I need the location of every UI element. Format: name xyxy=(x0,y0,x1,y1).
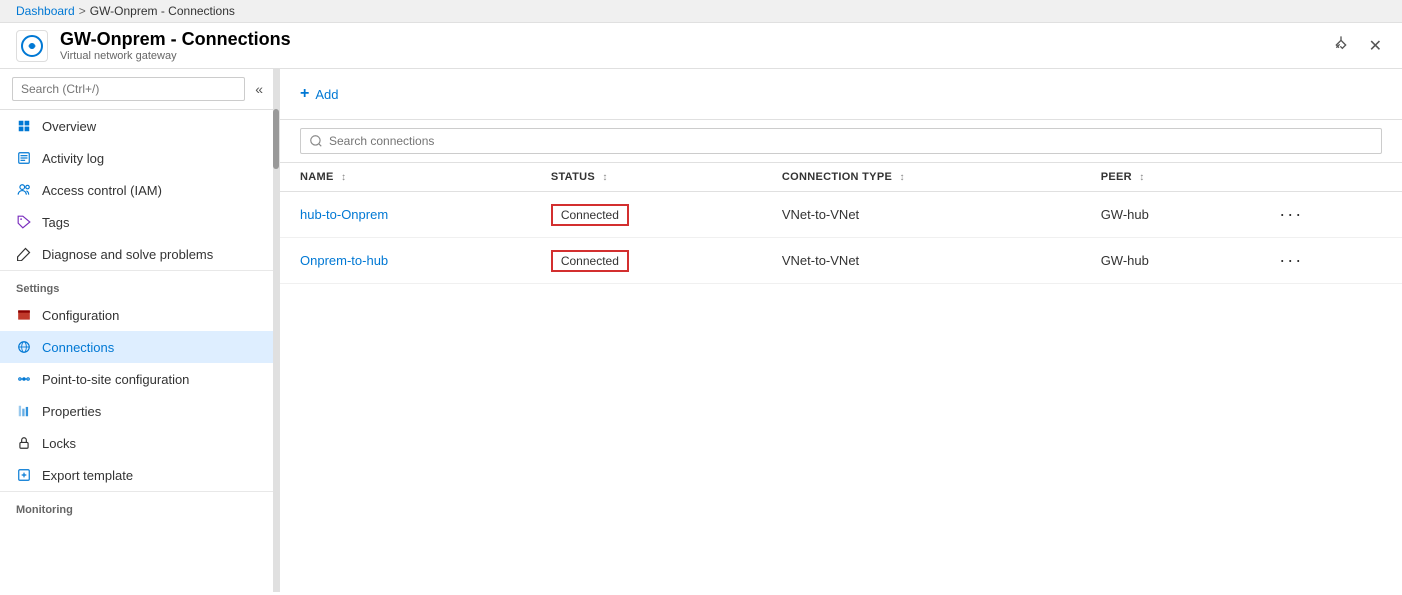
access-control-icon xyxy=(16,182,32,198)
cell-status-0: Connected xyxy=(531,192,762,238)
tags-icon xyxy=(16,214,32,230)
main-content: + Add NAME ↕ STATUS ↕ xyxy=(280,69,1402,592)
monitoring-section-header: Monitoring xyxy=(0,491,279,520)
diagnose-icon xyxy=(16,246,32,262)
cell-connection-type-0: VNet-to-VNet xyxy=(762,192,1081,238)
sidebar-item-locks[interactable]: Locks xyxy=(0,427,279,459)
connections-icon xyxy=(16,339,32,355)
main-toolbar: + Add xyxy=(280,69,1402,120)
sidebar-scrollbar[interactable] xyxy=(273,69,279,592)
page-title: GW-Onprem - Connections xyxy=(60,29,291,51)
page-subtitle: Virtual network gateway xyxy=(60,50,291,62)
cell-peer-0: GW-hub xyxy=(1081,192,1254,238)
sidebar-item-point-to-site[interactable]: Point-to-site configuration xyxy=(0,363,279,395)
sidebar-search-input[interactable] xyxy=(12,77,245,101)
table-row: hub-to-Onprem Connected VNet-to-VNet GW-… xyxy=(280,192,1402,238)
add-icon: + xyxy=(300,85,309,103)
sidebar-item-diagnose[interactable]: Diagnose and solve problems xyxy=(0,238,279,270)
sidebar-item-connections[interactable]: Connections xyxy=(0,331,279,363)
sidebar: « Overview Activity log Access control xyxy=(0,69,280,592)
locks-icon xyxy=(16,435,32,451)
cell-more-1: ··· xyxy=(1253,238,1402,284)
cell-status-1: Connected xyxy=(531,238,762,284)
cell-peer-1: GW-hub xyxy=(1081,238,1254,284)
col-peer[interactable]: PEER ↕ xyxy=(1081,163,1254,192)
connection-name-link-0[interactable]: hub-to-Onprem xyxy=(300,207,388,222)
breadcrumb-separator: > xyxy=(79,4,86,18)
pin-button[interactable] xyxy=(1329,31,1353,60)
col-status-label: STATUS xyxy=(551,171,595,183)
sidebar-item-connections-label: Connections xyxy=(42,340,114,355)
sidebar-item-configuration[interactable]: Configuration xyxy=(0,299,279,331)
connections-table: NAME ↕ STATUS ↕ CONNECTION TYPE ↕ PEER ↕ xyxy=(280,163,1402,284)
cell-more-0: ··· xyxy=(1253,192,1402,238)
activity-log-icon xyxy=(16,150,32,166)
top-bar: GW-Onprem - Connections Virtual network … xyxy=(0,23,1402,69)
cell-connection-type-1: VNet-to-VNet xyxy=(762,238,1081,284)
col-name-label: NAME xyxy=(300,171,334,183)
connections-search-bar xyxy=(280,120,1402,163)
sidebar-collapse-button[interactable]: « xyxy=(251,77,267,101)
add-label: Add xyxy=(315,87,338,102)
sidebar-item-export-template[interactable]: Export template xyxy=(0,459,279,491)
sidebar-item-tags[interactable]: Tags xyxy=(0,206,279,238)
connections-search-input[interactable] xyxy=(300,128,1382,154)
col-name[interactable]: NAME ↕ xyxy=(280,163,531,192)
sidebar-item-access-control[interactable]: Access control (IAM) xyxy=(0,174,279,206)
sidebar-item-export-template-label: Export template xyxy=(42,468,133,483)
title-group: GW-Onprem - Connections Virtual network … xyxy=(60,29,291,63)
col-actions xyxy=(1253,163,1402,192)
settings-section-header: Settings xyxy=(0,270,279,299)
col-peer-sort-icon: ↕ xyxy=(1139,172,1144,183)
col-status[interactable]: STATUS ↕ xyxy=(531,163,762,192)
configuration-icon xyxy=(16,307,32,323)
sidebar-item-access-control-label: Access control (IAM) xyxy=(42,183,162,198)
sidebar-item-properties-label: Properties xyxy=(42,404,101,419)
col-connection-type[interactable]: CONNECTION TYPE ↕ xyxy=(762,163,1081,192)
sidebar-item-properties[interactable]: Properties xyxy=(0,395,279,427)
sidebar-item-locks-label: Locks xyxy=(42,436,76,451)
status-badge-0: Connected xyxy=(551,204,629,226)
sidebar-scrollbar-thumb xyxy=(273,109,279,169)
table-header-row: NAME ↕ STATUS ↕ CONNECTION TYPE ↕ PEER ↕ xyxy=(280,163,1402,192)
sidebar-nav: Overview Activity log Access control (IA… xyxy=(0,110,279,270)
breadcrumb-dashboard[interactable]: Dashboard xyxy=(16,4,75,18)
sidebar-item-configuration-label: Configuration xyxy=(42,308,119,323)
overview-icon xyxy=(16,118,32,134)
table-row: Onprem-to-hub Connected VNet-to-VNet GW-… xyxy=(280,238,1402,284)
breadcrumb: Dashboard > GW-Onprem - Connections xyxy=(0,0,1402,23)
export-template-icon xyxy=(16,467,32,483)
more-options-button-0[interactable]: ··· xyxy=(1273,202,1309,227)
sidebar-item-activity-log[interactable]: Activity log xyxy=(0,142,279,174)
breadcrumb-current: GW-Onprem - Connections xyxy=(90,4,235,18)
properties-icon xyxy=(16,403,32,419)
sidebar-item-overview-label: Overview xyxy=(42,119,96,134)
sidebar-item-point-to-site-label: Point-to-site configuration xyxy=(42,372,189,387)
connection-name-link-1[interactable]: Onprem-to-hub xyxy=(300,253,388,268)
sidebar-item-tags-label: Tags xyxy=(42,215,69,230)
cell-name-0: hub-to-Onprem xyxy=(280,192,531,238)
sidebar-item-overview[interactable]: Overview xyxy=(0,110,279,142)
sidebar-search-container: « xyxy=(0,69,279,110)
col-status-sort-icon: ↕ xyxy=(602,172,607,183)
main-layout: « Overview Activity log Access control xyxy=(0,69,1402,592)
col-peer-label: PEER xyxy=(1101,171,1132,183)
add-button[interactable]: + Add xyxy=(300,81,338,107)
col-connection-type-label: CONNECTION TYPE xyxy=(782,171,892,183)
col-connection-type-sort-icon: ↕ xyxy=(899,172,904,183)
top-bar-right: ✕ xyxy=(1329,31,1386,60)
more-options-button-1[interactable]: ··· xyxy=(1273,248,1309,273)
top-bar-left: GW-Onprem - Connections Virtual network … xyxy=(16,29,291,63)
sidebar-item-diagnose-label: Diagnose and solve problems xyxy=(42,247,213,262)
col-name-sort-icon: ↕ xyxy=(341,172,346,183)
point-to-site-icon xyxy=(16,371,32,387)
sidebar-item-activity-log-label: Activity log xyxy=(42,151,104,166)
app-icon xyxy=(16,30,48,62)
close-button[interactable]: ✕ xyxy=(1365,32,1386,60)
cell-name-1: Onprem-to-hub xyxy=(280,238,531,284)
status-badge-1: Connected xyxy=(551,250,629,272)
